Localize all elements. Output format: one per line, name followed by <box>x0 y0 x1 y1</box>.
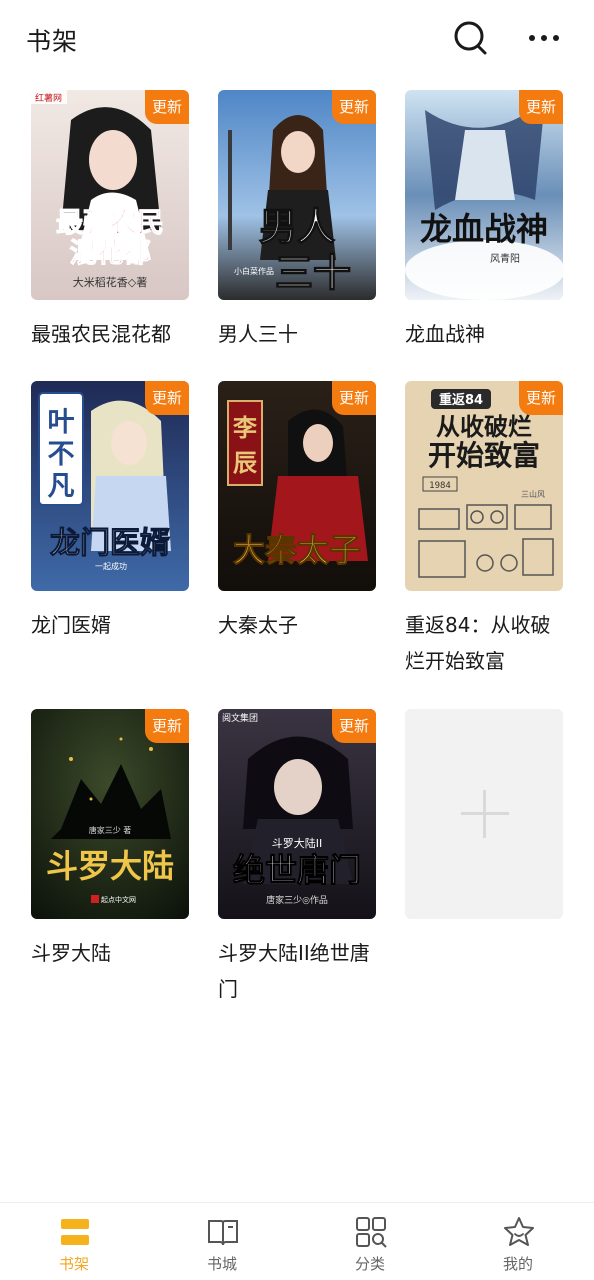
add-book-button[interactable] <box>405 709 563 919</box>
cover-year-text: 1984 <box>429 481 451 491</box>
bookshelf-icon <box>61 1219 89 1245</box>
cover-author-text: 大米稻花香◇著 <box>73 275 147 289</box>
tab-mine[interactable]: 我的 <box>444 1203 592 1280</box>
svg-text:龙血战神: 龙血战神 <box>420 210 548 248</box>
book-title[interactable]: 最强农民混花都 <box>31 316 191 352</box>
update-badge: 更新 <box>145 381 189 415</box>
star-face-icon <box>504 1217 534 1246</box>
book-cover[interactable]: 叶 不 凡 龙门医婿 一起成功 更新 <box>31 381 189 591</box>
top-bar: 书架 <box>0 0 594 78</box>
svg-text:龙门医婿: 龙门医婿 <box>50 526 170 561</box>
cover-author-text: 唐家三少◎作品 <box>266 894 328 906</box>
svg-text:开始致富: 开始致富 <box>428 439 540 472</box>
book-cover[interactable]: 男人 三十 小白菜作品 更新 <box>218 90 376 300</box>
bottom-tab-bar: 书架 书城 分类 我的 <box>0 1202 594 1280</box>
tab-label: 我的 <box>502 1255 533 1273</box>
tab-label: 分类 <box>354 1255 385 1273</box>
book-title[interactable]: 龙血战神 <box>405 316 565 352</box>
book-cover[interactable]: 红薯网 最强农民 混花都 大米稻花香◇著 更新 <box>31 90 189 300</box>
cover-subtext: 斗罗大陆II <box>272 836 323 850</box>
svg-text:李: 李 <box>233 413 257 442</box>
tab-label: 书架 <box>58 1255 89 1273</box>
book-title[interactable]: 斗罗大陆 <box>31 935 191 971</box>
more-icon[interactable] <box>524 20 564 56</box>
search-icon[interactable] <box>452 18 488 58</box>
tab-bookshelf[interactable]: 书架 <box>0 1203 148 1280</box>
svg-text:不: 不 <box>48 439 75 470</box>
book-cover[interactable]: 李 辰 大秦太子 更新 <box>218 381 376 591</box>
book-cover[interactable]: 龙血战神 风青阳 更新 <box>405 90 563 300</box>
update-badge: 更新 <box>332 381 376 415</box>
cover-publisher-text: 起点中文网 <box>101 895 136 904</box>
book-title[interactable]: 龙门医婿 <box>31 607 191 643</box>
tab-label: 书城 <box>206 1255 237 1273</box>
svg-text:绝世唐门: 绝世唐门 <box>233 851 361 889</box>
update-badge: 更新 <box>145 90 189 124</box>
cover-author-text: 小白菜作品 <box>234 266 274 276</box>
cover-author-text: 唐家三少 著 <box>89 825 132 835</box>
book-cover[interactable]: 唐家三少 著 斗罗大陆 起点中文网 更新 <box>31 709 189 919</box>
update-badge: 更新 <box>332 90 376 124</box>
svg-text:叶: 叶 <box>48 407 75 438</box>
update-badge: 更新 <box>519 381 563 415</box>
svg-text:斗罗大陆: 斗罗大陆 <box>46 847 174 885</box>
svg-text:大秦太子: 大秦太子 <box>233 531 361 569</box>
book-open-icon <box>208 1220 238 1246</box>
page-title: 书架 <box>26 27 79 56</box>
update-badge: 更新 <box>332 709 376 743</box>
svg-text:从收破烂: 从收破烂 <box>436 412 532 441</box>
svg-text:三十: 三十 <box>275 250 351 295</box>
update-badge: 更新 <box>519 90 563 124</box>
cover-publisher-text: 红薯网 <box>35 92 62 104</box>
plus-icon-vertical <box>483 790 486 838</box>
cover-author-text: 风青阳 <box>490 252 520 265</box>
book-cover[interactable]: 阅文集团 斗罗大陆II 绝世唐门 唐家三少◎作品 更新 <box>218 709 376 919</box>
cover-author-text: 一起成功 <box>95 561 127 571</box>
cover-subtext: 重返84 <box>439 392 483 408</box>
tab-bookstore[interactable]: 书城 <box>148 1203 296 1280</box>
tab-category[interactable]: 分类 <box>296 1203 444 1280</box>
grid-search-icon <box>356 1217 387 1248</box>
cover-publisher-text: 阅文集团 <box>222 712 258 724</box>
svg-text:辰: 辰 <box>233 448 257 477</box>
book-title[interactable]: 斗罗大陆II绝世唐门 <box>218 935 378 1007</box>
book-title[interactable]: 大秦太子 <box>218 607 378 643</box>
cover-author-text: 三山风 <box>521 489 545 499</box>
svg-text:最强农民: 最强农民 <box>56 208 164 239</box>
svg-text:混花都: 混花都 <box>70 238 151 269</box>
book-cover[interactable]: 重返84 从收破烂 开始致富 1984 三山风 更新 <box>405 381 563 591</box>
book-title[interactable]: 男人三十 <box>218 316 378 352</box>
svg-text:凡: 凡 <box>48 471 75 502</box>
update-badge: 更新 <box>145 709 189 743</box>
book-title[interactable]: 重返84：从收破烂开始致富 <box>405 607 565 679</box>
svg-text:男人: 男人 <box>259 204 335 249</box>
